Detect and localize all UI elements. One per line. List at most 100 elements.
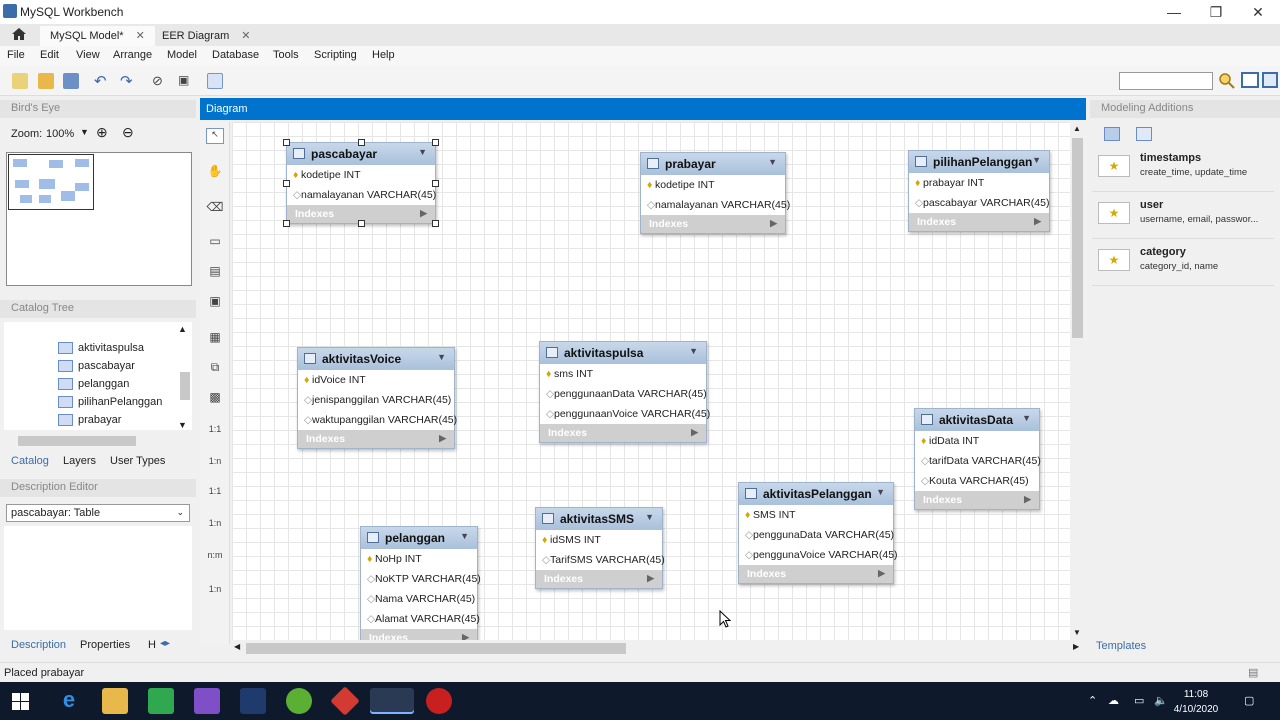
file-explorer-icon[interactable] [102, 688, 128, 714]
selection-handle[interactable] [432, 220, 439, 227]
description-textarea[interactable] [4, 526, 192, 630]
open-model-icon[interactable] [38, 73, 54, 89]
scroll-down-icon[interactable]: ▼ [178, 420, 187, 430]
import-snippet-icon[interactable] [1104, 127, 1120, 141]
column-row[interactable]: ♦ SMS INT [739, 505, 893, 525]
relationship-1-n-existing-tool-icon[interactable]: 1:n [206, 584, 224, 600]
snippet-category[interactable]: ★ category category_id, name [1092, 240, 1274, 286]
indexes-section[interactable]: Indexes ▶ [739, 565, 893, 583]
align-icon[interactable]: ▣ [178, 73, 189, 87]
column-row[interactable]: ♦ idSMS INT [536, 530, 662, 550]
collapse-icon[interactable]: ▼ [876, 487, 885, 497]
app-green-icon[interactable] [286, 688, 312, 714]
pycharm-icon[interactable] [148, 688, 174, 714]
diagram-canvas[interactable]: pascabayar ▼ ♦ kodetipe INT ◇namalayanan V… [232, 122, 1070, 640]
collapse-icon[interactable]: ▼ [460, 531, 469, 541]
indexes-section[interactable]: Indexes ▶ [361, 629, 477, 640]
selection-handle[interactable] [358, 139, 365, 146]
tree-item-pelanggan[interactable]: pelanggan [58, 378, 129, 396]
table-template-icon[interactable] [1136, 127, 1152, 141]
relationship-1-n-tool-icon[interactable]: 1:n [206, 456, 224, 472]
new-model-icon[interactable] [12, 73, 28, 89]
snippet-user[interactable]: ★ user username, email, passwor... [1092, 193, 1274, 239]
visual-studio-icon[interactable] [194, 688, 220, 714]
table-header[interactable]: pilihanPelanggan ▼ [909, 151, 1049, 173]
collapse-icon[interactable]: ▼ [437, 352, 446, 362]
table-header[interactable]: aktivitaspulsa ▼ [540, 342, 706, 364]
collapse-icon[interactable]: ▼ [1022, 413, 1031, 423]
catalog-hscroll-thumb[interactable] [18, 436, 136, 446]
tab-close-icon[interactable]: ✕ [241, 30, 250, 42]
scroll-down-icon[interactable]: ▼ [1073, 628, 1081, 637]
tab-templates[interactable]: Templates [1096, 640, 1146, 652]
search-input[interactable] [1119, 72, 1213, 90]
scroll-up-icon[interactable]: ▲ [178, 324, 187, 334]
tab-catalog[interactable]: Catalog [11, 455, 49, 467]
column-row[interactable]: ♦ prabayar INT [909, 173, 1049, 193]
collapse-icon[interactable]: ▼ [1032, 155, 1041, 165]
tab-layers[interactable]: Layers [63, 455, 96, 467]
column-row[interactable]: ◇Alamat VARCHAR(45) [361, 609, 480, 629]
zoom-in-icon[interactable]: ⊕ [96, 124, 108, 141]
undo-icon[interactable]: ↶ [94, 72, 107, 90]
catalog-hscroll[interactable] [4, 434, 176, 448]
collapse-icon[interactable]: ▼ [645, 512, 654, 522]
scroll-up-icon[interactable]: ▲ [1073, 124, 1081, 133]
column-row[interactable]: ◇waktupanggilan VARCHAR(45) [298, 410, 457, 430]
column-row[interactable]: ◇penggunaanData VARCHAR(45) [540, 384, 707, 404]
minimize-button[interactable]: — [1164, 4, 1184, 22]
routine-group-tool-icon[interactable]: ▩ [206, 390, 224, 406]
column-row[interactable]: ◇namalayanan VARCHAR(45) [641, 195, 790, 215]
close-button[interactable]: ✕ [1248, 4, 1268, 22]
tabs-scroll-icon[interactable]: ◂▸ [160, 638, 170, 649]
table-pascabayar[interactable]: pascabayar ▼ ♦ kodetipe INT ◇namalayanan V… [283, 139, 439, 227]
app-red-diamond-icon[interactable] [330, 686, 360, 716]
table-header[interactable]: aktivitasData ▼ [915, 409, 1039, 431]
table-header[interactable]: aktivitasSMS ▼ [536, 508, 662, 530]
mysql-workbench-taskbar-icon[interactable] [370, 688, 414, 714]
tree-item-prabayar[interactable]: prabayar [58, 414, 121, 432]
menu-tools[interactable]: Tools [273, 49, 299, 61]
indexes-section[interactable]: Indexes ▶ [915, 491, 1039, 509]
table-aktivitasvoice[interactable]: aktivitasVoice ▼ ♦ idVoice INT ◇jenispangg… [297, 347, 457, 449]
selection-handle[interactable] [432, 180, 439, 187]
expand-icon[interactable]: ▶ [1034, 216, 1041, 227]
table-header[interactable]: pelanggan ▼ [361, 527, 477, 549]
edge-browser-icon[interactable]: e [56, 688, 82, 714]
description-object-select[interactable]: pascabayar: Table ⌄ [6, 504, 190, 522]
column-row[interactable]: ◇TarifSMS VARCHAR(45) [536, 550, 665, 570]
indexes-section[interactable]: Indexes ▶ [909, 213, 1049, 231]
canvas-vscroll-thumb[interactable] [1072, 138, 1083, 338]
scroll-left-icon[interactable]: ◀ [234, 642, 240, 651]
indexes-section[interactable]: Indexes ▶ [641, 215, 785, 233]
column-row[interactable]: ◇jenispanggilan VARCHAR(45) [298, 390, 454, 410]
column-row[interactable]: ◇penggunaanVoice VARCHAR(45) [540, 404, 710, 424]
scroll-right-icon[interactable]: ▶ [1073, 642, 1079, 651]
table-tool-icon[interactable]: ▦ [206, 330, 224, 346]
relationship-1-1-tool-icon[interactable]: 1:1 [206, 424, 224, 440]
menu-help[interactable]: Help [372, 49, 395, 61]
expand-icon[interactable]: ▶ [647, 573, 654, 584]
column-row[interactable]: ♦ idData INT [915, 431, 1039, 451]
collapse-icon[interactable]: ▼ [418, 147, 427, 157]
tab-user-types[interactable]: User Types [110, 455, 165, 467]
relationship-1-n-identifying-tool-icon[interactable]: 1:n [206, 518, 224, 534]
menu-database[interactable]: Database [212, 49, 259, 61]
view-tool-icon[interactable]: ⧉ [206, 360, 224, 376]
column-row[interactable]: ♦ idVoice INT [298, 370, 454, 390]
tree-item-pascabayar[interactable]: pascabayar [58, 360, 135, 378]
search-icon[interactable] [1218, 72, 1236, 90]
toggle-sidebar-icon[interactable] [1241, 72, 1259, 88]
expand-icon[interactable]: ▶ [462, 632, 469, 640]
hand-tool-icon[interactable]: ✋ [206, 164, 224, 180]
new-diagram-icon[interactable] [207, 73, 223, 89]
column-row[interactable]: ♦ kodetipe INT [641, 175, 785, 195]
tab-history[interactable]: H [148, 639, 156, 651]
table-header[interactable]: prabayar ▼ [641, 153, 785, 175]
column-row[interactable]: ♦ kodetipe INT [287, 165, 435, 185]
menu-model[interactable]: Model [167, 49, 197, 61]
tree-item-pilihanpelanggan[interactable]: pilihanPelanggan [58, 396, 162, 414]
zoom-dropdown-icon[interactable]: ▼ [80, 127, 89, 137]
table-header[interactable]: pascabayar ▼ [287, 143, 435, 165]
expand-icon[interactable]: ▶ [770, 218, 777, 229]
